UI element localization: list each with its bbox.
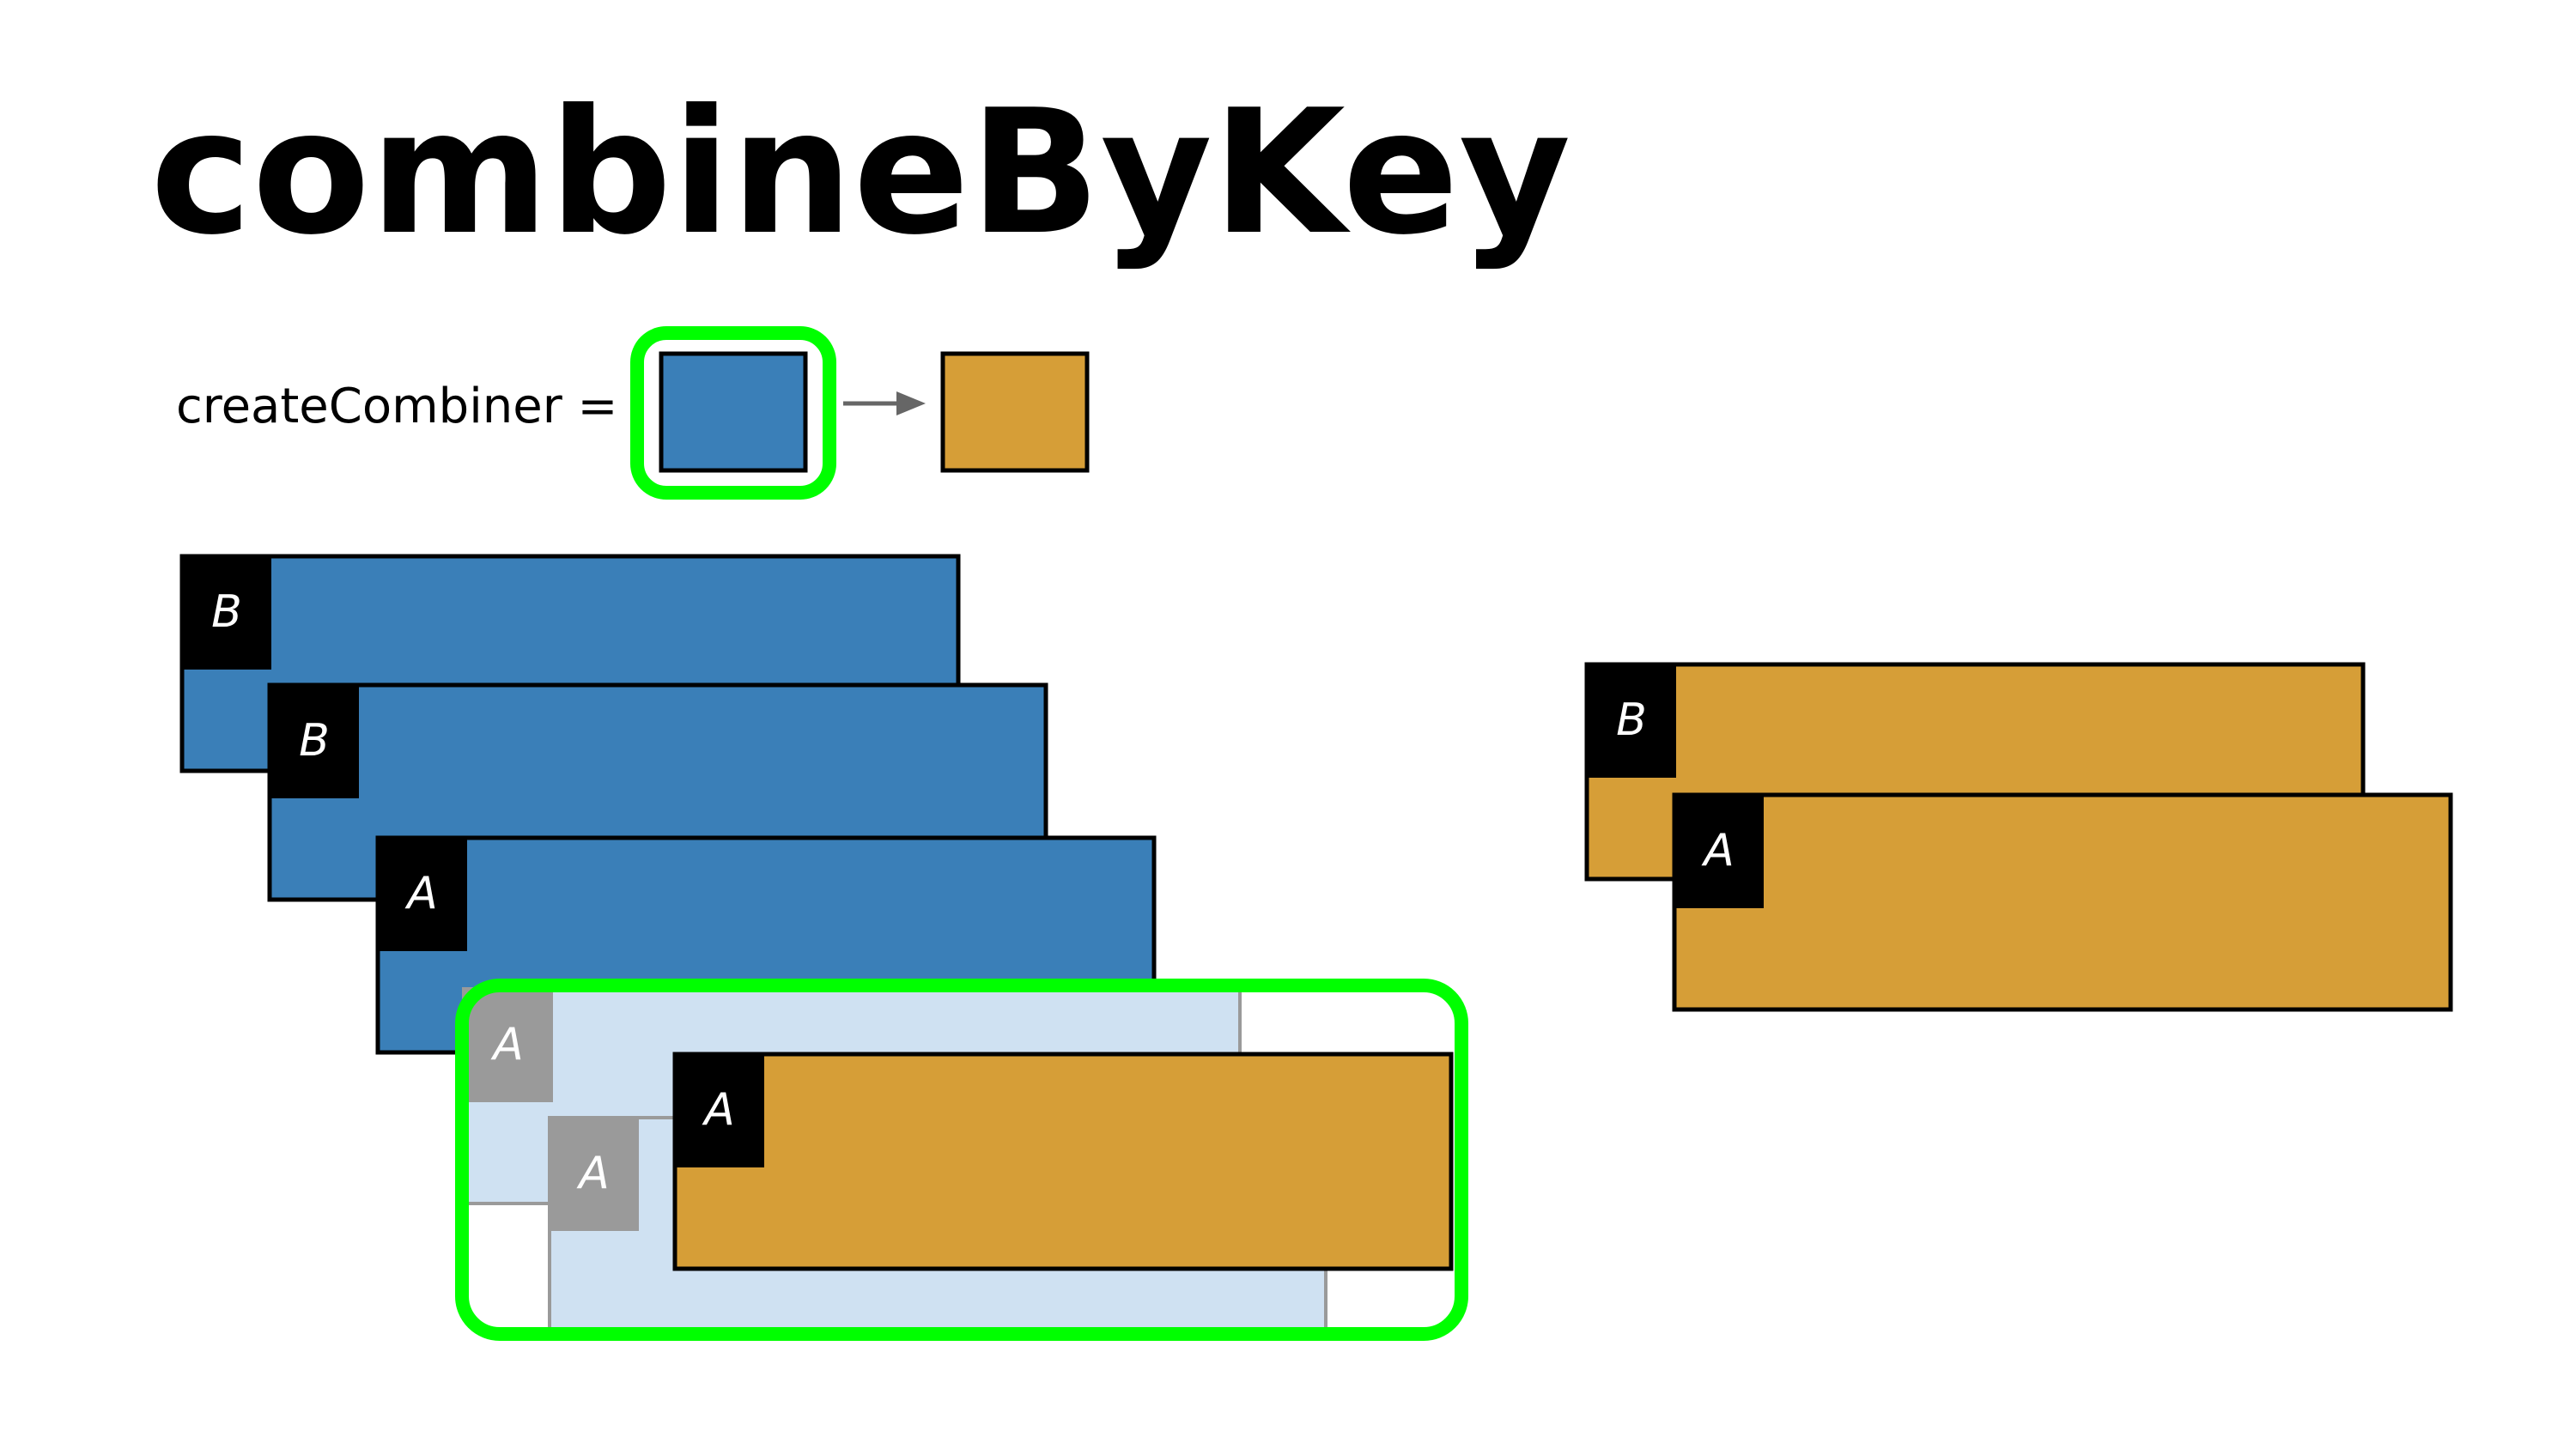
- combiner-box-icon: [940, 351, 1090, 473]
- key-label: A: [702, 1084, 735, 1136]
- record: A: [1672, 792, 2453, 1012]
- created-combiner: [672, 1052, 1454, 1271]
- highlight-group: A A A: [455, 979, 1468, 1341]
- key-label: B: [1616, 694, 1647, 746]
- key-label: A: [404, 868, 438, 919]
- output-records: B A: [1584, 662, 2453, 1012]
- key-label: B: [299, 715, 330, 767]
- function-label: createCombiner =: [176, 379, 617, 434]
- value-box-icon: [659, 351, 808, 473]
- page-title: combineByKey: [150, 73, 1571, 273]
- input-records: B B A: [179, 554, 1157, 1055]
- legend: [630, 326, 1090, 500]
- ghost-key-label: A: [490, 1019, 524, 1070]
- ghost-key-label: A: [576, 1148, 610, 1199]
- record-body: [1672, 792, 2453, 1012]
- key-label: A: [1701, 825, 1735, 876]
- arrow-right-icon: [843, 391, 926, 415]
- key-label: B: [211, 586, 242, 638]
